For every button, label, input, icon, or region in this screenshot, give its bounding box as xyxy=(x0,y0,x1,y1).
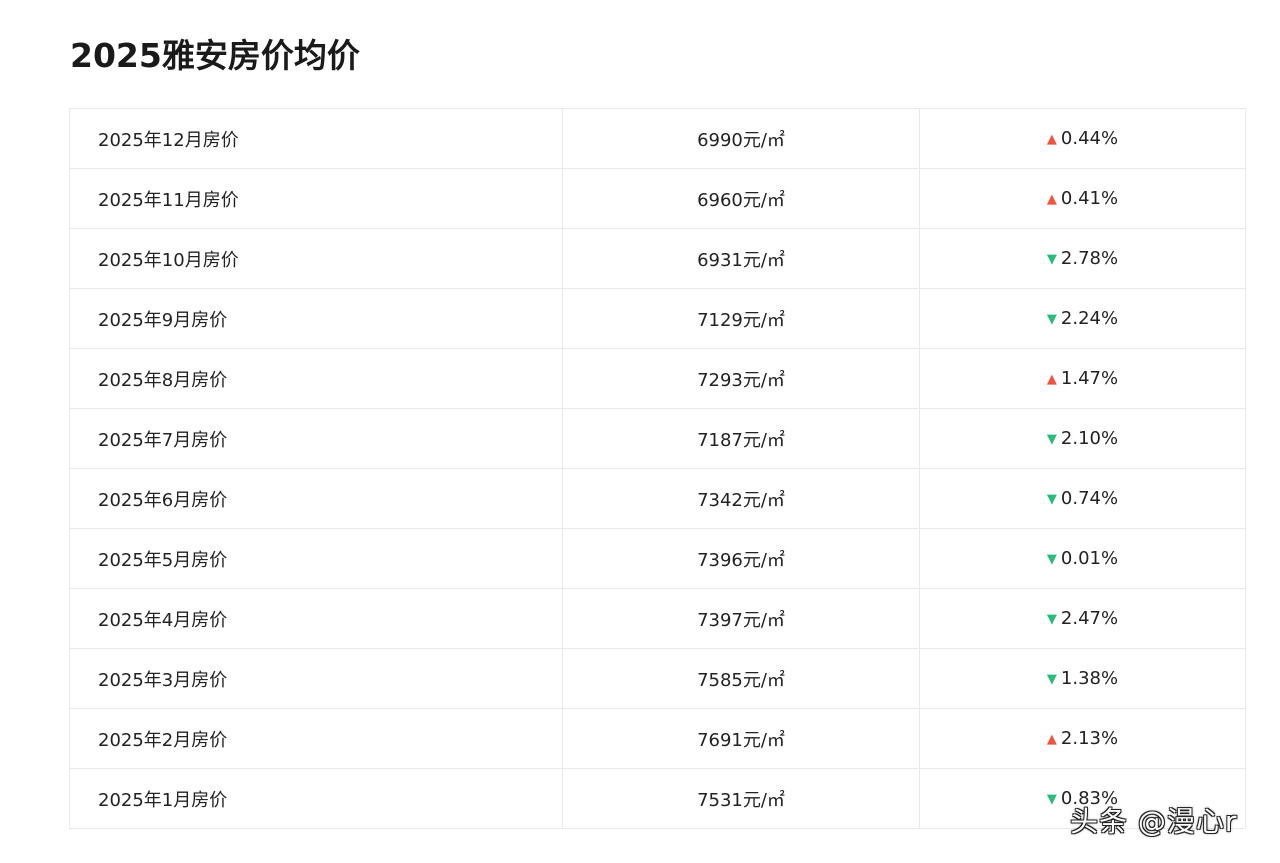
table-row: 2025年9月房价 7129元/㎡ ▼ 2.24% xyxy=(69,288,1246,349)
price-value: 7293元/㎡ xyxy=(697,369,785,391)
month-label: 2025年4月房价 xyxy=(98,609,228,631)
arrow-down-icon: ▼ xyxy=(1046,252,1057,267)
price-value: 6990元/㎡ xyxy=(697,129,785,151)
table-row: 2025年6月房价 7342元/㎡ ▼ 0.74% xyxy=(69,468,1246,529)
change-value: 2.24% xyxy=(1060,308,1119,329)
change-cell: ▼ 0.74% xyxy=(919,468,1246,529)
arrow-down-icon: ▼ xyxy=(1046,552,1057,567)
month-cell: 2025年8月房价 xyxy=(69,348,563,409)
price-value: 7396元/㎡ xyxy=(697,549,785,571)
change-value: 0.44% xyxy=(1060,128,1119,149)
month-cell: 2025年6月房价 xyxy=(69,468,563,529)
table-row: 2025年2月房价 7691元/㎡ ▲ 2.13% xyxy=(69,708,1246,769)
month-label: 2025年12月房价 xyxy=(98,129,239,151)
price-value: 7129元/㎡ xyxy=(697,309,785,331)
month-cell: 2025年1月房价 xyxy=(69,768,563,829)
change-value: 0.41% xyxy=(1060,188,1119,209)
price-table-body: 2025年12月房价 6990元/㎡ ▲ 0.44% 2025年11月房价 6960元/㎡… xyxy=(69,108,1246,829)
price-value: 7187元/㎡ xyxy=(697,429,785,451)
price-cell: 7691元/㎡ xyxy=(562,708,920,769)
change-cell: ▲ 1.47% xyxy=(919,348,1246,409)
month-cell: 2025年4月房价 xyxy=(69,588,563,649)
price-cell: 6990元/㎡ xyxy=(562,108,920,169)
month-label: 2025年8月房价 xyxy=(98,369,228,391)
price-value: 7342元/㎡ xyxy=(697,489,785,511)
arrow-down-icon: ▼ xyxy=(1046,612,1057,627)
change-cell: ▼ 2.78% xyxy=(919,228,1246,289)
price-cell: 6931元/㎡ xyxy=(562,228,920,289)
change-value: 1.38% xyxy=(1060,668,1119,689)
price-table: 2025年12月房价 6990元/㎡ ▲ 0.44% 2025年11月房价 6960元/㎡… xyxy=(69,108,1246,829)
change-cell: ▼ 2.24% xyxy=(919,288,1246,349)
price-cell: 7342元/㎡ xyxy=(562,468,920,529)
change-value: 1.47% xyxy=(1060,368,1119,389)
price-value: 6960元/㎡ xyxy=(697,189,785,211)
table-row: 2025年12月房价 6990元/㎡ ▲ 0.44% xyxy=(69,108,1246,169)
month-label: 2025年5月房价 xyxy=(98,549,228,571)
change-cell: ▲ 0.44% xyxy=(919,108,1246,169)
month-label: 2025年10月房价 xyxy=(98,249,239,271)
change-value: 0.74% xyxy=(1060,488,1119,509)
change-value: 2.78% xyxy=(1060,248,1119,269)
price-cell: 6960元/㎡ xyxy=(562,168,920,229)
price-cell: 7187元/㎡ xyxy=(562,408,920,469)
change-cell: ▼ 2.10% xyxy=(919,408,1246,469)
price-cell: 7397元/㎡ xyxy=(562,588,920,649)
month-cell: 2025年7月房价 xyxy=(69,408,563,469)
month-cell: 2025年3月房价 xyxy=(69,648,563,709)
month-label: 2025年7月房价 xyxy=(98,429,228,451)
price-value: 7531元/㎡ xyxy=(697,789,785,811)
arrow-down-icon: ▼ xyxy=(1046,432,1057,447)
month-cell: 2025年12月房价 xyxy=(69,108,563,169)
watermark: 头条 @漫心r xyxy=(1070,805,1238,838)
month-cell: 2025年5月房价 xyxy=(69,528,563,589)
month-cell: 2025年9月房价 xyxy=(69,288,563,349)
month-label: 2025年3月房价 xyxy=(98,669,228,691)
change-cell: ▼ 1.38% xyxy=(919,648,1246,709)
table-row: 2025年4月房价 7397元/㎡ ▼ 2.47% xyxy=(69,588,1246,649)
change-value: 2.10% xyxy=(1060,428,1119,449)
change-value: 0.01% xyxy=(1060,548,1119,569)
month-label: 2025年2月房价 xyxy=(98,729,228,751)
month-cell: 2025年10月房价 xyxy=(69,228,563,289)
month-label: 2025年11月房价 xyxy=(98,189,239,211)
table-row: 2025年7月房价 7187元/㎡ ▼ 2.10% xyxy=(69,408,1246,469)
change-cell: ▲ 0.41% xyxy=(919,168,1246,229)
arrow-up-icon: ▲ xyxy=(1046,732,1057,747)
change-cell: ▼ 0.01% xyxy=(919,528,1246,589)
arrow-down-icon: ▼ xyxy=(1046,492,1057,507)
price-cell: 7129元/㎡ xyxy=(562,288,920,349)
price-value: 6931元/㎡ xyxy=(697,249,785,271)
table-row: 2025年3月房价 7585元/㎡ ▼ 1.38% xyxy=(69,648,1246,709)
month-label: 2025年6月房价 xyxy=(98,489,228,511)
arrow-up-icon: ▲ xyxy=(1046,372,1057,387)
arrow-down-icon: ▼ xyxy=(1046,792,1057,807)
table-row: 2025年11月房价 6960元/㎡ ▲ 0.41% xyxy=(69,168,1246,229)
change-value: 2.47% xyxy=(1060,608,1119,629)
arrow-up-icon: ▲ xyxy=(1046,192,1057,207)
table-row: 2025年5月房价 7396元/㎡ ▼ 0.01% xyxy=(69,528,1246,589)
month-cell: 2025年2月房价 xyxy=(69,708,563,769)
price-cell: 7396元/㎡ xyxy=(562,528,920,589)
price-value: 7397元/㎡ xyxy=(697,609,785,631)
month-cell: 2025年11月房价 xyxy=(69,168,563,229)
price-cell: 7293元/㎡ xyxy=(562,348,920,409)
price-cell: 7531元/㎡ xyxy=(562,768,920,829)
change-cell: ▼ 2.47% xyxy=(919,588,1246,649)
price-cell: 7585元/㎡ xyxy=(562,648,920,709)
arrow-down-icon: ▼ xyxy=(1046,672,1057,687)
change-value: 2.13% xyxy=(1060,728,1119,749)
price-value: 7691元/㎡ xyxy=(697,729,785,751)
arrow-up-icon: ▲ xyxy=(1046,132,1057,147)
table-row: 2025年8月房价 7293元/㎡ ▲ 1.47% xyxy=(69,348,1246,409)
change-cell: ▲ 2.13% xyxy=(919,708,1246,769)
page-title: 2025雅安房价均价 xyxy=(70,36,360,75)
table-row: 2025年10月房价 6931元/㎡ ▼ 2.78% xyxy=(69,228,1246,289)
arrow-down-icon: ▼ xyxy=(1046,312,1057,327)
month-label: 2025年1月房价 xyxy=(98,789,228,811)
month-label: 2025年9月房价 xyxy=(98,309,228,331)
price-value: 7585元/㎡ xyxy=(697,669,785,691)
